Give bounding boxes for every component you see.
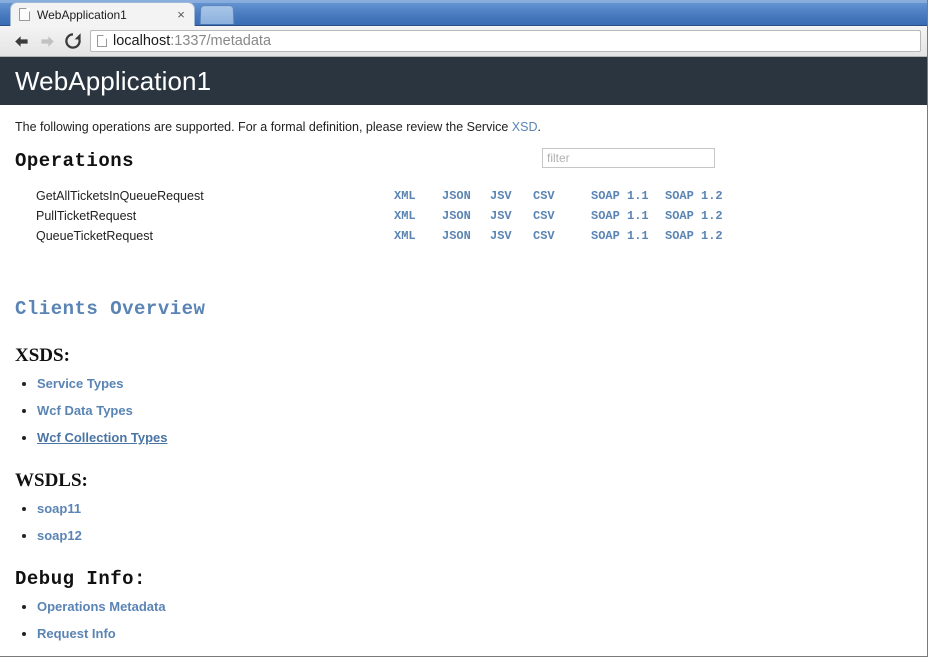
list-item: Request Info [15,626,927,641]
xsd-link-wcf-collection-types[interactable]: Wcf Collection Types [37,430,168,445]
intro-text: The following operations are supported. … [15,120,927,134]
operation-name: GetAllTicketsInQueueRequest [36,189,204,203]
intro-text-after: . [537,120,541,134]
list-item: Wcf Collection Types [15,430,927,445]
operation-format-jsv[interactable]: JSV [490,189,512,203]
xsd-link[interactable]: XSD [512,120,538,134]
operations-heading: Operations [15,150,135,172]
operation-format-csv[interactable]: CSV [533,189,555,203]
page-viewport: WebApplication1 The following operations… [0,57,927,656]
reload-icon [64,32,82,50]
operation-format-csv[interactable]: CSV [533,209,555,223]
operation-format-soap11[interactable]: SOAP 1.1 [591,229,649,243]
operation-format-soap11[interactable]: SOAP 1.1 [591,189,649,203]
wsdls-link-list: soap11 soap12 [15,501,927,543]
xsds-link-list: Service Types Wcf Data Types Wcf Collect… [15,376,927,445]
operation-format-xml[interactable]: XML [394,189,416,203]
table-row: PullTicketRequest XML JSON JSV CSV SOAP … [15,206,725,226]
intro-text-before: The following operations are supported. … [15,120,512,134]
browser-toolbar: localhost:1337/metadata [0,26,927,57]
operations-section: Operations GetAllTicketsInQueueRequest X… [15,148,927,246]
wsdl-link-soap11[interactable]: soap11 [37,501,81,516]
operations-table-body: GetAllTicketsInQueueRequest XML JSON JSV… [15,186,725,246]
new-tab-button[interactable] [199,5,235,25]
operation-format-soap12[interactable]: SOAP 1.2 [665,209,723,223]
filter-input[interactable] [542,148,715,168]
table-row: QueueTicketRequest XML JSON JSV CSV SOAP… [15,226,725,246]
operation-format-jsv[interactable]: JSV [490,209,512,223]
operation-format-soap12[interactable]: SOAP 1.2 [665,229,723,243]
browser-window: WebApplication1 × localhost:1337/metadat… [0,0,928,657]
operation-format-csv[interactable]: CSV [533,229,555,243]
clients-overview-heading: Clients Overview [15,298,206,320]
forward-button [34,28,60,54]
address-bar[interactable]: localhost:1337/metadata [90,30,921,52]
list-item: soap11 [15,501,927,516]
url-host: localhost [113,33,171,49]
debug-link-request-info[interactable]: Request Info [37,626,116,641]
browser-tab-webapplication1[interactable]: WebApplication1 × [10,2,195,26]
xsd-link-service-types[interactable]: Service Types [37,376,123,391]
operations-table: GetAllTicketsInQueueRequest XML JSON JSV… [15,186,725,246]
tab-favicon-icon [19,8,30,21]
operation-format-soap11[interactable]: SOAP 1.1 [591,209,649,223]
operation-name: PullTicketRequest [36,209,137,223]
table-row: GetAllTicketsInQueueRequest XML JSON JSV… [15,186,725,206]
page-title: WebApplication1 [15,65,212,96]
list-item: Operations Metadata [15,599,927,614]
list-item: Wcf Data Types [15,403,927,418]
back-button[interactable] [8,28,34,54]
operation-name: QueueTicketRequest [36,229,153,243]
xsd-link-wcf-data-types[interactable]: Wcf Data Types [37,403,133,418]
tab-strip: WebApplication1 × [0,0,927,26]
operation-format-json[interactable]: JSON [442,209,471,223]
forward-arrow-icon [39,34,56,49]
xsds-heading: XSDS: [15,345,70,366]
debug-info-link-list: Operations Metadata Request Info [15,599,927,641]
wsdls-heading: WSDLS: [15,470,88,491]
wsdl-link-soap12[interactable]: soap12 [37,528,82,543]
operation-format-soap12[interactable]: SOAP 1.2 [665,189,723,203]
url-path: :1337/metadata [170,33,272,49]
page-body: The following operations are supported. … [0,105,927,641]
operation-format-jsv[interactable]: JSV [490,229,512,243]
operation-format-xml[interactable]: XML [394,229,416,243]
operation-format-json[interactable]: JSON [442,189,471,203]
page-icon [97,35,107,47]
list-item: Service Types [15,376,927,391]
site-header: WebApplication1 [0,57,927,105]
operation-format-json[interactable]: JSON [442,229,471,243]
back-arrow-icon [13,34,30,49]
list-item: soap12 [15,528,927,543]
tab-title: WebApplication1 [37,7,127,22]
debug-info-heading: Debug Info: [15,568,146,590]
debug-link-operations-metadata[interactable]: Operations Metadata [37,599,166,614]
operation-format-xml[interactable]: XML [394,209,416,223]
address-bar-url: localhost:1337/metadata [113,33,271,49]
close-icon[interactable]: × [174,8,188,22]
reload-button[interactable] [60,28,86,54]
